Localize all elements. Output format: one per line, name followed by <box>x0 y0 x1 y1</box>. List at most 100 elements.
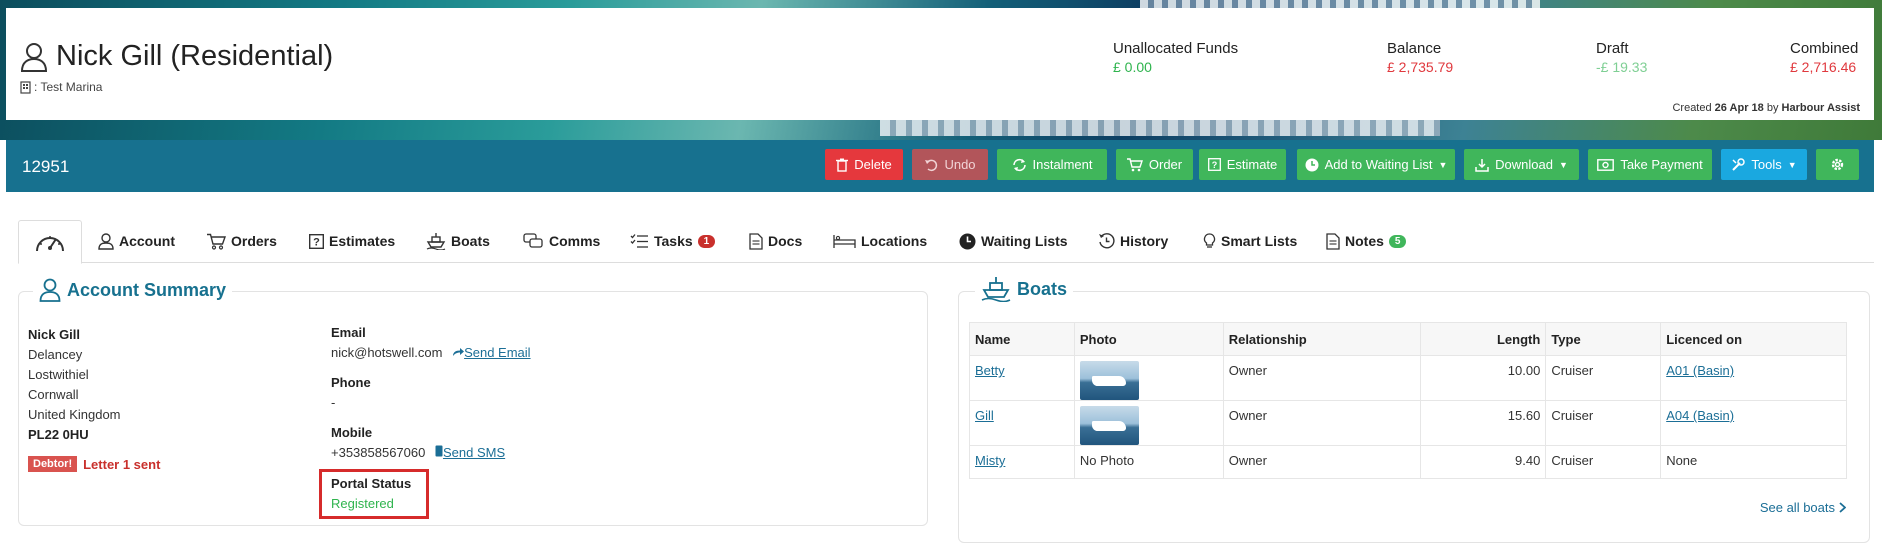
tab-label: Estimates <box>329 233 396 249</box>
tab-comms[interactable]: Comms <box>523 220 600 262</box>
address-line: Lostwithiel <box>28 367 89 382</box>
highlight-box <box>319 469 429 519</box>
download-icon <box>1475 158 1489 172</box>
estimate-label: Estimate <box>1226 157 1278 172</box>
send-sms-label: Send SMS <box>442 445 506 460</box>
add-to-waiting-list-button[interactable]: Add to Waiting List ▼ <box>1297 149 1455 180</box>
boat-type: Cruiser <box>1545 445 1662 479</box>
customer-header-card: Nick Gill (Residential) : Test Marina Un… <box>6 8 1874 120</box>
boat-relationship: Owner <box>1222 400 1422 446</box>
bed-icon <box>833 234 856 248</box>
undo-button[interactable]: Undo <box>912 149 988 180</box>
refresh-icon <box>1012 158 1026 171</box>
tab-waiting-lists[interactable]: Waiting Lists <box>959 220 1068 262</box>
email-row: nick@hotswell.com Send Email <box>331 345 531 360</box>
tab-boats[interactable]: Boats <box>426 220 490 262</box>
tab-label: Notes <box>1345 233 1384 249</box>
column-header[interactable]: Licenced on <box>1660 322 1847 356</box>
tab-account[interactable]: Account <box>98 220 175 262</box>
send-email-link[interactable]: Send Email <box>452 345 531 360</box>
undo-label: Undo <box>944 157 976 172</box>
column-header[interactable]: Name <box>969 322 1075 356</box>
fund-label: Unallocated Funds <box>1113 40 1239 57</box>
tab-label: Account <box>119 233 175 249</box>
tab-label: Comms <box>549 233 601 249</box>
table-row: Betty Owner 10.00 Cruiser A01 (Basin) <box>969 355 1847 401</box>
delete-button[interactable]: Delete <box>825 149 903 180</box>
created-date: 26 Apr 18 <box>1714 102 1764 114</box>
boat-name-link[interactable]: Misty <box>975 453 1005 468</box>
boat-photo[interactable] <box>1079 406 1139 445</box>
boat-relationship: Owner <box>1222 445 1422 479</box>
tab-smart-lists[interactable]: Smart Lists <box>1203 220 1297 262</box>
mobile-field: Mobile +353858567060 Send SMS <box>331 425 505 460</box>
table-header-row: Name Photo Relationship Length Type Lice… <box>969 322 1847 356</box>
instalment-button[interactable]: Instalment <box>997 149 1107 180</box>
phone-value: - <box>331 395 336 410</box>
send-sms-link[interactable]: Send SMS <box>435 445 505 460</box>
caret-down-icon: ▼ <box>1558 159 1568 170</box>
tab-notes[interactable]: Notes 5 <box>1326 220 1407 262</box>
tab-tasks[interactable]: Tasks 1 <box>630 220 716 262</box>
tab-label: Tasks <box>654 233 693 249</box>
tab-docs[interactable]: Docs <box>749 220 802 262</box>
licence-link[interactable]: A04 (Basin) <box>1666 408 1734 423</box>
mobile-value: +353858567060 <box>331 445 426 460</box>
tools-icon <box>1732 157 1746 171</box>
take-payment-button[interactable]: Take Payment <box>1588 149 1712 180</box>
boat-name-link[interactable]: Betty <box>975 363 1005 378</box>
history-icon <box>1099 232 1115 248</box>
dashboard-icon <box>36 236 64 252</box>
settings-button[interactable] <box>1816 149 1859 180</box>
tab-history[interactable]: History <box>1098 220 1168 262</box>
estimate-button[interactable]: ? Estimate <box>1199 149 1286 180</box>
user-icon <box>20 42 48 72</box>
tab-label: Boats <box>451 233 490 249</box>
licence-link[interactable]: A01 (Basin) <box>1666 363 1734 378</box>
column-header[interactable]: Relationship <box>1222 322 1422 356</box>
tab-estimates[interactable]: ? Estimates <box>309 220 395 262</box>
panel-title: Boats <box>1017 278 1068 299</box>
tab-label: History <box>1120 233 1169 249</box>
fund-label: Balance <box>1387 40 1442 57</box>
customer-name: Nick Gill (Residential) <box>56 40 334 72</box>
address-line: Cornwall <box>28 387 79 402</box>
column-header[interactable]: Length <box>1420 322 1547 356</box>
boat-type: Cruiser <box>1545 400 1662 446</box>
question-icon: ? <box>1207 158 1221 171</box>
waiting-list-label: Add to Waiting List <box>1324 157 1433 172</box>
see-all-boats-link[interactable]: See all boats <box>1760 500 1846 515</box>
column-header[interactable]: Type <box>1545 322 1662 356</box>
account-toolbar: 12951 Delete Undo Instalment Order ? Est… <box>6 140 1874 192</box>
draft-balance: Draft -£ 19.33 <box>1596 40 1647 75</box>
column-header[interactable]: Photo <box>1073 322 1224 356</box>
tab-label: Smart Lists <box>1221 233 1298 249</box>
boat-photo-missing: No Photo <box>1073 445 1224 479</box>
boat-name-link[interactable]: Gill <box>975 408 994 423</box>
tab-label: Locations <box>861 233 928 249</box>
document-icon <box>749 232 763 250</box>
building-icon <box>20 80 31 94</box>
fund-label: Draft <box>1596 40 1629 57</box>
field-label: Email <box>331 325 366 340</box>
boat-photo[interactable] <box>1079 361 1139 400</box>
account-summary-heading: Account Summary <box>33 278 233 302</box>
tab-orders[interactable]: Orders <box>207 220 277 262</box>
mobile-row: +353858567060 Send SMS <box>331 445 505 460</box>
boat-type: Cruiser <box>1545 355 1662 401</box>
marina-name: : Test Marina <box>34 80 103 94</box>
order-label: Order <box>1148 157 1183 172</box>
phone-field: Phone - <box>331 375 371 410</box>
see-all-label: See all boats <box>1759 500 1835 515</box>
tab-locations[interactable]: Locations <box>833 220 927 262</box>
tools-button[interactable]: Tools ▼ <box>1721 149 1807 180</box>
order-button[interactable]: Order <box>1116 149 1193 180</box>
boat-licence: None <box>1660 445 1847 479</box>
boat-relationship: Owner <box>1222 355 1422 401</box>
user-icon <box>98 232 114 250</box>
download-button[interactable]: Download ▼ <box>1464 149 1579 180</box>
banner-pontoon <box>1140 0 1540 8</box>
download-label: Download <box>1495 157 1553 172</box>
tab-dashboard[interactable] <box>18 220 82 264</box>
caret-down-icon: ▼ <box>1438 159 1448 170</box>
